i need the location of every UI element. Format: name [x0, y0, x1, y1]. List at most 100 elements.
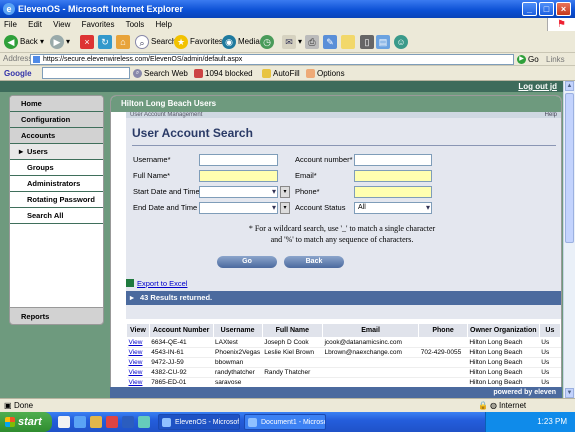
notes-icon	[341, 34, 355, 49]
quicklaunch-messenger-icon[interactable]	[138, 416, 150, 428]
google-logo[interactable]: Google	[4, 67, 32, 80]
sidebar-item-home[interactable]: Home	[10, 96, 103, 112]
blocked-icon	[194, 69, 203, 79]
col-account-number[interactable]: Account Number	[148, 323, 214, 338]
menu-view[interactable]: View	[53, 20, 70, 29]
view-link[interactable]: View	[129, 369, 143, 376]
menu-tools[interactable]: Tools	[126, 20, 145, 29]
taskbar-item-document1[interactable]: Document1 - Microsoft ...	[244, 414, 326, 430]
options-icon	[306, 69, 315, 79]
minimize-button[interactable]: _	[522, 2, 537, 16]
favorites-label: Favorites	[190, 37, 223, 46]
quicklaunch-desktop-icon[interactable]	[58, 416, 70, 428]
maximize-button[interactable]: □	[539, 2, 554, 16]
sidebar-item-groups[interactable]: Groups	[10, 160, 103, 176]
forward-button[interactable]: ▶ ▾	[50, 34, 70, 50]
menu-help[interactable]: Help	[156, 20, 172, 29]
start-button[interactable]: start	[0, 412, 52, 432]
quicklaunch-app-icon[interactable]	[106, 416, 118, 428]
popup-blocker-button[interactable]: 1094 blocked	[194, 67, 253, 80]
menu-file[interactable]: File	[4, 20, 17, 29]
print-button[interactable]: ⎙	[305, 34, 321, 50]
full-name-input[interactable]	[199, 170, 278, 182]
search-button[interactable]: ⌕ Search	[135, 34, 176, 50]
view-link[interactable]: View	[129, 379, 143, 386]
edit-button[interactable]: ✎	[323, 34, 339, 50]
research-button[interactable]: ▤	[376, 34, 392, 50]
export-to-excel-link[interactable]: Export to Excel	[126, 279, 187, 288]
col-username[interactable]: Username	[212, 323, 263, 338]
history-button[interactable]: ◷	[260, 34, 276, 50]
username-input[interactable]	[199, 154, 278, 166]
sidebar-item-configuration[interactable]: Configuration	[10, 112, 103, 128]
table-cell: Us	[539, 367, 561, 378]
discuss-button[interactable]	[341, 34, 357, 50]
mail-button[interactable]: ✉ ▾	[282, 34, 302, 50]
email-input[interactable]	[354, 170, 432, 182]
phone-input[interactable]	[354, 186, 432, 198]
col-phone[interactable]: Phone	[418, 323, 468, 338]
wildcard-hint-line1: * For a wildcard search, use '_' to matc…	[248, 224, 436, 233]
sidebar-item-accounts[interactable]: Accounts	[10, 128, 103, 144]
home-button[interactable]: ⌂	[116, 34, 132, 50]
media-button[interactable]: ◉ Media	[222, 34, 260, 50]
close-button[interactable]: ×	[556, 2, 571, 16]
scroll-down-arrow-icon[interactable]: ▼	[565, 388, 574, 398]
go-button[interactable]: Go	[217, 256, 277, 268]
vertical-scrollbar[interactable]: ▲ ▼	[563, 81, 575, 398]
google-search-web-button[interactable]: ⌕ Search Web	[133, 67, 188, 80]
table-cell: saravose	[213, 377, 263, 388]
scroll-thumb[interactable]	[565, 93, 574, 243]
view-link[interactable]: View	[129, 339, 143, 346]
quicklaunch-ie-icon[interactable]	[74, 416, 86, 428]
messenger-button[interactable]: ▯	[360, 34, 376, 50]
sidebar-item-users[interactable]: Users	[10, 144, 103, 160]
people-icon: ☺	[394, 34, 408, 49]
logout-link[interactable]: Log out jd	[518, 82, 557, 91]
col-email[interactable]: Email	[321, 323, 420, 338]
start-date-calendar-button[interactable]: ▾	[280, 186, 290, 198]
google-search-input[interactable]	[42, 67, 130, 79]
table-cell: Hilton Long Beach	[467, 367, 540, 378]
lock-icon: 🔒	[478, 401, 488, 410]
quicklaunch-explorer-icon[interactable]	[90, 416, 102, 428]
links-button[interactable]: Links	[546, 53, 565, 66]
address-go-button[interactable]: ▶ Go	[517, 53, 539, 66]
back-to-button[interactable]: Back	[284, 256, 344, 268]
quicklaunch-word-icon[interactable]	[122, 416, 134, 428]
end-date-select[interactable]	[199, 202, 278, 214]
end-date-calendar-button[interactable]: ▾	[280, 202, 290, 214]
sidebar-item-rotating-password[interactable]: Rotating Password	[10, 192, 103, 208]
col-user-extra[interactable]: Us	[538, 323, 561, 338]
refresh-button[interactable]: ↻	[98, 34, 114, 50]
col-view[interactable]: View	[126, 323, 150, 338]
sidebar-item-reports[interactable]: Reports	[9, 307, 104, 325]
col-full-name[interactable]: Full Name	[261, 323, 323, 338]
results-bar: 43 Results returned.	[126, 291, 561, 305]
scroll-up-arrow-icon[interactable]: ▲	[565, 81, 574, 91]
messenger-people-button[interactable]: ☺	[394, 34, 410, 50]
account-number-input[interactable]	[354, 154, 432, 166]
autofill-button[interactable]: AutoFill	[262, 67, 300, 80]
stop-button[interactable]: ×	[80, 34, 96, 50]
start-date-select[interactable]	[199, 186, 278, 198]
favorites-button[interactable]: ★ Favorites	[174, 34, 223, 50]
menu-favorites[interactable]: Favorites	[82, 20, 115, 29]
sidebar-item-search-all[interactable]: Search All	[10, 208, 103, 224]
table-cell: Joseph D Cook	[262, 337, 323, 348]
view-link[interactable]: View	[129, 349, 143, 356]
menu-bar: File Edit View Favorites Tools Help	[0, 18, 575, 31]
sidebar-item-administrators[interactable]: Administrators	[10, 176, 103, 192]
col-owner-organization[interactable]: Owner Organization	[466, 323, 540, 338]
view-link[interactable]: View	[129, 359, 143, 366]
taskbar-item-elevenos[interactable]: ElevenOS - Microsoft ...	[158, 414, 240, 430]
address-input[interactable]: https://secure.elevenwireless.com/Eleven…	[30, 54, 514, 65]
table-cell	[418, 367, 468, 378]
account-status-select[interactable]: All	[354, 202, 432, 214]
search-form: User Account Search Username* Account nu…	[126, 118, 561, 296]
back-button[interactable]: ◀ Back ▾	[4, 34, 44, 50]
options-button[interactable]: Options	[306, 67, 345, 80]
google-toolbar: Google ⌕ Search Web 1094 blocked AutoFill…	[0, 66, 575, 81]
menu-edit[interactable]: Edit	[28, 20, 42, 29]
table-row: View 4543-IN-61 Phoenix2Vegas Leslie Kie…	[126, 347, 561, 358]
